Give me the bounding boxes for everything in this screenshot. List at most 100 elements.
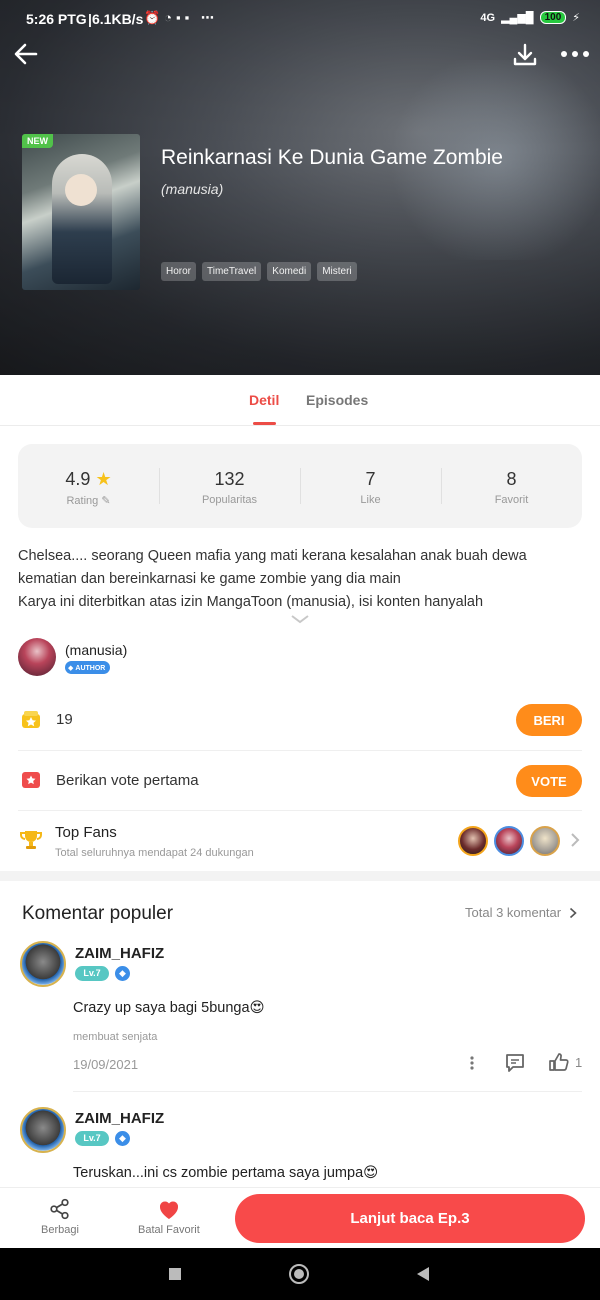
comment-text: Crazy up saya bagi 5bunga😍 bbox=[73, 1000, 265, 1016]
home-circle-icon bbox=[294, 1269, 304, 1279]
reply-button[interactable] bbox=[504, 1052, 526, 1079]
author-badge-label: AUTHOR bbox=[75, 664, 106, 672]
stats-panel: 4.9 ★ Rating ✎ 132 Popularitas 7 Like 8 … bbox=[18, 444, 582, 528]
like-button[interactable]: 1 bbox=[548, 1051, 582, 1073]
top-fans-title: Top Fans bbox=[55, 824, 117, 841]
chevron-down-icon bbox=[291, 615, 309, 624]
comments-total: Total 3 komentar bbox=[465, 905, 562, 920]
genre-tag[interactable]: TimeTravel bbox=[202, 262, 262, 281]
share-label: Berbagi bbox=[41, 1224, 79, 1236]
stat-label: Rating ✎ bbox=[66, 495, 111, 507]
commenter-name[interactable]: ZAIM_HAFIZ bbox=[75, 945, 164, 962]
vote-ticket-icon bbox=[20, 769, 42, 796]
system-navigation-bar bbox=[0, 1248, 600, 1300]
genre-tag[interactable]: Misteri bbox=[317, 262, 357, 281]
active-tab-indicator bbox=[253, 422, 276, 425]
stat-value: 132 bbox=[214, 469, 245, 489]
download-button[interactable] bbox=[512, 42, 538, 73]
cover-face bbox=[65, 174, 97, 206]
divider bbox=[73, 1091, 582, 1092]
genre-tag[interactable]: Komedi bbox=[267, 262, 312, 281]
system-back-button[interactable] bbox=[416, 1266, 430, 1287]
back-arrow-icon bbox=[14, 43, 38, 65]
share-button[interactable] bbox=[49, 1198, 71, 1225]
commenter-avatar[interactable] bbox=[20, 1107, 66, 1153]
unfavorite-label: Batal Favorit bbox=[138, 1224, 200, 1236]
comic-title: Reinkarnasi Ke Dunia Game Zombie bbox=[161, 146, 503, 169]
stat-label: Popularitas bbox=[201, 494, 258, 506]
more-dots-icon bbox=[561, 51, 589, 57]
battery-icon: 100 bbox=[539, 11, 567, 24]
gift-count: 19 bbox=[56, 711, 73, 728]
comments-title: Komentar populer bbox=[22, 903, 174, 924]
vertical-dots-icon bbox=[470, 1056, 474, 1070]
status-bar: 5:26 PTG | 6.1KB/s ⏰◔▪▪ ⋯ 4G ▂▄▆█ 100 ⚡ bbox=[0, 0, 600, 38]
diamond-icon: ◆ bbox=[115, 1131, 130, 1146]
vote-text: Berikan vote pertama bbox=[56, 772, 199, 789]
edit-icon: ✎ bbox=[101, 495, 111, 507]
divider bbox=[18, 810, 582, 811]
genre-tags: Horor TimeTravel Komedi Misteri bbox=[161, 262, 357, 281]
top-fans-chevron-right-icon[interactable] bbox=[570, 832, 580, 853]
more-options-button[interactable] bbox=[560, 44, 590, 69]
comments-total-link[interactable]: Total 3 komentar bbox=[465, 905, 577, 920]
heart-icon bbox=[159, 1201, 179, 1219]
download-icon bbox=[513, 43, 537, 66]
description-line: Karya ini diterbitkan atas izin MangaToo… bbox=[18, 594, 484, 610]
gift-icon bbox=[20, 708, 42, 735]
expand-description-button[interactable] bbox=[290, 612, 310, 627]
like-count: 1 bbox=[575, 1054, 583, 1070]
back-button[interactable] bbox=[12, 40, 40, 73]
fan-avatar[interactable] bbox=[530, 826, 560, 856]
commenter-name[interactable]: ZAIM_HAFIZ bbox=[75, 1110, 164, 1127]
author-name[interactable]: (manusia) bbox=[65, 642, 127, 658]
comment-context: membuat senjata bbox=[73, 1031, 158, 1043]
stat-value: 4.9 ★ bbox=[65, 469, 112, 489]
level-badge: Lv.7 bbox=[75, 1131, 109, 1146]
triangle-back-icon bbox=[417, 1267, 429, 1281]
bottom-action-bar: Berbagi Batal Favorit Lanjut baca Ep.3 bbox=[0, 1187, 600, 1248]
tab-detail[interactable]: Detil bbox=[249, 392, 279, 408]
charging-icon: ⚡ bbox=[572, 12, 580, 24]
comic-author: (manusia) bbox=[161, 181, 224, 197]
description-line: Chelsea.... seorang Queen mafia yang mat… bbox=[18, 548, 527, 564]
tab-bar: Detil Episodes bbox=[0, 375, 600, 426]
stat-popularity: 132 Popularitas bbox=[159, 444, 300, 528]
diamond-icon: ◆ bbox=[115, 966, 130, 981]
reply-comment-icon bbox=[506, 1054, 524, 1072]
app-screen: 5:26 PTG | 6.1KB/s ⏰◔▪▪ ⋯ 4G ▂▄▆█ 100 ⚡ … bbox=[0, 0, 600, 1300]
give-gift-button[interactable]: BERI bbox=[516, 704, 582, 736]
stat-like: 7 Like bbox=[300, 444, 441, 528]
network-icon: 4G bbox=[480, 11, 496, 24]
stat-rating[interactable]: 4.9 ★ Rating ✎ bbox=[18, 444, 159, 528]
cover-image[interactable]: NEW bbox=[22, 134, 140, 290]
recent-apps-button[interactable] bbox=[169, 1268, 181, 1280]
tab-episodes[interactable]: Episodes bbox=[306, 392, 368, 408]
author-avatar[interactable] bbox=[18, 638, 56, 676]
notification-icons: ⏰◔▪▪ ⋯ bbox=[144, 10, 218, 25]
fan-avatar[interactable] bbox=[458, 826, 488, 856]
author-badge: ◆ AUTHOR bbox=[65, 661, 111, 674]
status-right: 4G ▂▄▆█ 100 ⚡ bbox=[480, 11, 580, 24]
description[interactable]: Chelsea.... seorang Queen mafia yang mat… bbox=[18, 545, 578, 614]
comment-more-button[interactable] bbox=[468, 1055, 476, 1076]
stat-value: 7 bbox=[365, 469, 376, 489]
thumbs-up-icon bbox=[549, 1053, 569, 1071]
signal-icon: ▂▄▆█ bbox=[501, 12, 534, 24]
top-fans-subtitle: Total seluruhnya mendapat 24 dukungan bbox=[55, 847, 254, 859]
new-badge: NEW bbox=[22, 134, 53, 148]
chevron-right-icon bbox=[570, 907, 577, 918]
stat-label: Favorit bbox=[494, 494, 529, 506]
description-line: kematian dan bereinkarnasi ke game zombi… bbox=[18, 571, 401, 587]
stat-value: 8 bbox=[506, 469, 517, 489]
status-speed: 6.1KB/s bbox=[92, 11, 144, 27]
genre-tag[interactable]: Horor bbox=[161, 262, 197, 281]
fan-avatar[interactable] bbox=[494, 826, 524, 856]
home-button[interactable] bbox=[289, 1264, 309, 1284]
continue-reading-button[interactable]: Lanjut baca Ep.3 bbox=[235, 1194, 585, 1243]
stat-favorite: 8 Favorit bbox=[441, 444, 582, 528]
vote-button[interactable]: VOTE bbox=[516, 765, 582, 797]
commenter-avatar[interactable] bbox=[20, 941, 66, 987]
unfavorite-button[interactable] bbox=[157, 1198, 181, 1225]
section-separator bbox=[0, 871, 600, 881]
